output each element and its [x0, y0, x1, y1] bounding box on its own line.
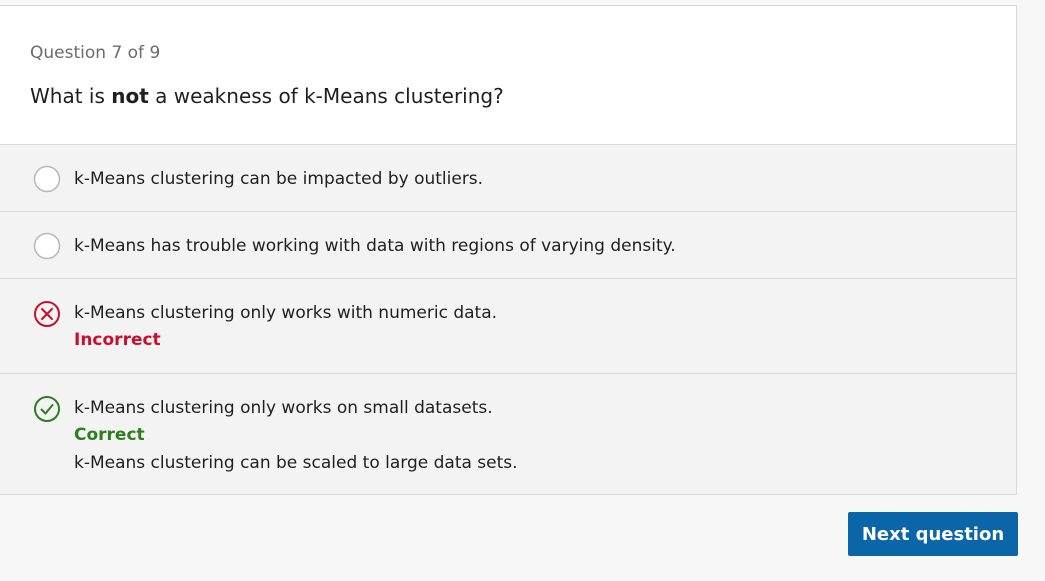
question-suffix: a weakness of k-Means clustering? [148, 84, 504, 108]
question-text: What is not a weakness of k-Means cluste… [30, 84, 504, 108]
option-label: k-Means clustering only works with numer… [74, 303, 498, 323]
correct-label: Correct [74, 425, 145, 445]
answer-option-2[interactable]: k-Means has trouble working with data wi… [0, 211, 1016, 278]
x-circle-icon [34, 301, 60, 327]
question-prefix: What is [30, 84, 112, 108]
answer-explanation: k-Means clustering can be scaled to larg… [74, 453, 518, 473]
question-card: Question 7 of 9 What is not a weakness o… [0, 5, 1017, 495]
option-label: k-Means has trouble working with data wi… [74, 236, 676, 256]
check-circle-icon [34, 396, 60, 422]
answer-option-1[interactable]: k-Means clustering can be impacted by ou… [0, 144, 1016, 211]
incorrect-label: Incorrect [74, 330, 161, 350]
radio-empty-icon[interactable] [33, 232, 61, 260]
answer-option-3[interactable]: k-Means clustering only works with numer… [0, 278, 1016, 373]
option-label: k-Means clustering only works on small d… [74, 398, 493, 418]
answer-option-4[interactable]: k-Means clustering only works on small d… [0, 373, 1016, 494]
next-question-button[interactable]: Next question [848, 512, 1018, 556]
option-label: k-Means clustering can be impacted by ou… [74, 169, 484, 189]
radio-empty-icon[interactable] [33, 165, 61, 193]
question-header: Question 7 of 9 What is not a weakness o… [0, 6, 1016, 144]
question-counter: Question 7 of 9 [30, 43, 161, 63]
question-emphasis: not [111, 84, 149, 108]
